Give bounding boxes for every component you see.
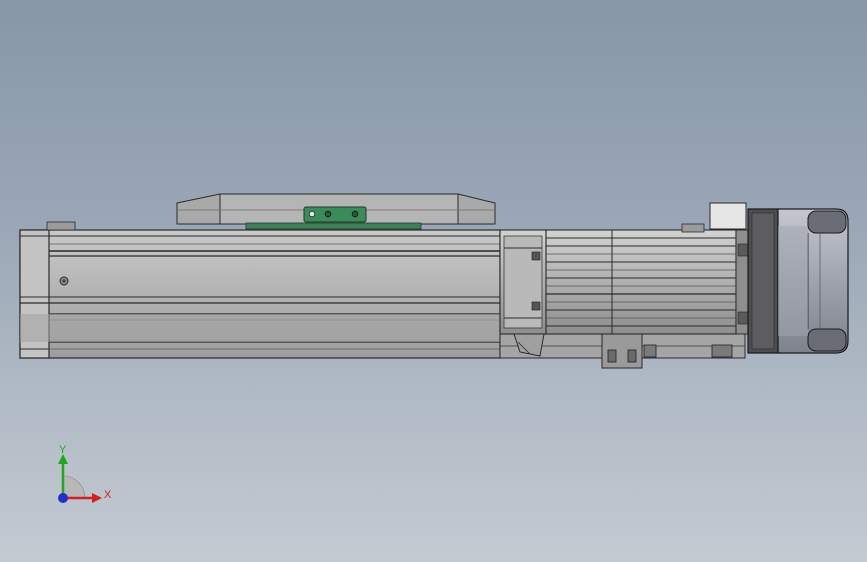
carriage-label-plate — [303, 206, 367, 223]
axis-triad: Y X — [58, 444, 112, 503]
carriage[interactable] — [176, 193, 496, 230]
stepper-motor[interactable] — [777, 208, 849, 354]
x-axis-label: X — [104, 489, 112, 501]
y-axis-label: Y — [59, 444, 67, 456]
motor-adapter[interactable] — [545, 223, 737, 335]
actuator-model[interactable] — [0, 0, 867, 562]
z-axis-dot — [58, 493, 68, 503]
rail-body[interactable] — [19, 221, 501, 359]
graphics-viewport[interactable]: Y X — [0, 0, 867, 562]
